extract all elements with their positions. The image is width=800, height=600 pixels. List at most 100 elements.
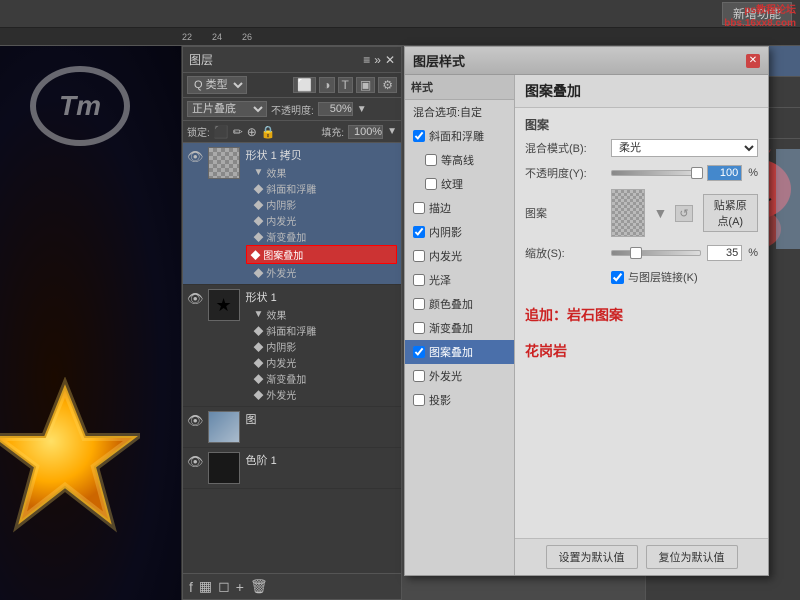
filter-shape-btn[interactable]: ▣ — [356, 77, 375, 93]
link-layer-row: 与图层链接(K) — [525, 269, 758, 285]
effect-inner-shadow[interactable]: ◆ 内阴影 — [246, 197, 397, 212]
effect-outer-glow[interactable]: ◆ 外发光 — [246, 265, 397, 280]
scale-label: 缩放(S): — [525, 245, 605, 261]
effect-inner-glow-s1[interactable]: ◆ 内发光 — [246, 355, 397, 370]
stroke-checkbox[interactable] — [413, 202, 425, 214]
layer-effects-shape-copy: ▼ 效果 ◆ 斜面和浮雕 ◆ 内阴影 ◆ 内发光 ◆ 渐变叠加 ◆ 图案叠加 ◆… — [246, 165, 397, 280]
eye-icon-shape1[interactable]: 👁 — [187, 291, 204, 307]
reset-default-btn[interactable]: 复位为默认值 — [646, 545, 738, 569]
layer-thumb-shape-copy — [208, 147, 240, 179]
opacity-slider-track[interactable] — [611, 170, 701, 176]
layers-expand-icon[interactable]: » — [374, 53, 381, 67]
effect-gradient-s1[interactable]: ◆ 渐变叠加 — [246, 371, 397, 386]
layer-item-shape1[interactable]: 👁 ★ 形状 1 ▼ 效果 ◆ 斜面和浮雕 ◆ 内阴影 ◆ 内发光 ◆ 渐变叠加 — [183, 285, 401, 407]
style-item-contour[interactable]: 等高线 — [405, 148, 514, 172]
layers-menu-icon[interactable]: ≡ — [363, 53, 370, 67]
effect-outer-glow-s1[interactable]: ◆ 外发光 — [246, 387, 397, 402]
opacity-label: 不透明度: — [271, 102, 314, 117]
filter-smart-btn[interactable]: ⚙ — [378, 77, 397, 93]
tm-text: Tm — [59, 90, 101, 122]
lock-position-icon[interactable]: ⊕ — [247, 125, 257, 139]
opacity-arrow[interactable]: ▼ — [357, 104, 367, 115]
filter-adjust-btn[interactable]: ◑ — [319, 77, 334, 93]
filter-type-btn[interactable]: T — [338, 77, 353, 93]
layers-close-icon[interactable]: ✕ — [385, 53, 395, 67]
dialog-close-btn[interactable]: ✕ — [746, 54, 760, 68]
style-item-outer-glow[interactable]: 外发光 — [405, 364, 514, 388]
style-item-bevel[interactable]: 斜面和浮雕 — [405, 124, 514, 148]
annotation-text-1: 追加：岩石图案 — [525, 305, 758, 325]
style-item-inner-shadow[interactable]: 内阴影 — [405, 220, 514, 244]
layer-item-shape-copy[interactable]: 👁 形状 1 拷贝 ▼ 效果 ◆ 斜面和浮雕 ◆ 内阴影 ◆ 内发光 ◆ 渐变叠… — [183, 143, 401, 285]
effect-inner-glow[interactable]: ◆ 内发光 — [246, 213, 397, 228]
layers-header: 图层 ≡ » ✕ — [183, 47, 401, 73]
layer-list: 👁 形状 1 拷贝 ▼ 效果 ◆ 斜面和浮雕 ◆ 内阴影 ◆ 内发光 ◆ 渐变叠… — [183, 143, 401, 573]
gradient-overlay-checkbox[interactable] — [413, 322, 425, 334]
fill-input[interactable] — [348, 125, 383, 139]
style-item-satin[interactable]: 光泽 — [405, 268, 514, 292]
inner-glow-checkbox[interactable] — [413, 250, 425, 262]
layer-info-cloud: 图 — [246, 411, 397, 429]
new-layer-btn[interactable]: + — [236, 579, 244, 595]
blend-mode-select[interactable]: 正片叠底 — [187, 101, 267, 117]
style-content: 图案 混合模式(B): 柔光 不透明度(Y): — [515, 108, 768, 538]
blend-mode-form-label: 混合模式(B): — [525, 140, 605, 156]
blend-mode-form-select[interactable]: 柔光 — [611, 139, 758, 157]
layer-thumb-cloud — [208, 411, 240, 443]
layer-item-levels[interactable]: 👁 色阶 1 — [183, 448, 401, 489]
style-item-color-overlay[interactable]: 颜色叠加 — [405, 292, 514, 316]
layer-type-select[interactable]: Q 类型 — [187, 76, 247, 94]
pattern-reset-icon[interactable]: ↺ — [675, 205, 692, 222]
opacity-value-input[interactable] — [707, 165, 742, 181]
effect-eye-s1[interactable]: ▼ — [254, 309, 264, 320]
effect-gradient[interactable]: ◆ 渐变叠加 — [246, 229, 397, 244]
contour-checkbox[interactable] — [425, 154, 437, 166]
effect-inner-shadow-s1[interactable]: ◆ 内阴影 — [246, 339, 397, 354]
effect-pattern-active[interactable]: ◆ 图案叠加 — [246, 245, 397, 264]
eye-icon-cloud[interactable]: 👁 — [187, 413, 204, 429]
blend-mode-row: 混合模式(B): 柔光 — [525, 139, 758, 157]
effect-eye[interactable]: ▼ — [254, 167, 264, 178]
drop-shadow-checkbox[interactable] — [413, 394, 425, 406]
effect-bevel-s1[interactable]: ◆ 斜面和浮雕 — [246, 323, 397, 338]
add-mask-btn[interactable]: ▦ — [199, 578, 212, 595]
lock-move-icon[interactable]: ✏ — [233, 125, 243, 139]
link-layers-btn[interactable]: f — [189, 579, 193, 595]
inner-shadow-checkbox[interactable] — [413, 226, 425, 238]
style-item-blend[interactable]: 混合选项:自定 — [405, 100, 514, 124]
color-overlay-checkbox[interactable] — [413, 298, 425, 310]
pattern-overlay-checkbox[interactable] — [413, 346, 425, 358]
pattern-select-arrow[interactable]: ▼ — [653, 205, 667, 221]
delete-layer-btn[interactable]: 🗑 — [250, 578, 268, 595]
outer-glow-checkbox[interactable] — [413, 370, 425, 382]
ruler-mark-1: 22 — [182, 32, 192, 42]
eye-icon-levels[interactable]: 👁 — [187, 454, 204, 470]
effect-bevel[interactable]: ◆ 斜面和浮雕 — [246, 181, 397, 196]
style-list-header: 样式 — [405, 75, 514, 100]
fill-arrow[interactable]: ▼ — [387, 126, 397, 137]
style-list: 样式 混合选项:自定 斜面和浮雕 等高线 纹理 — [405, 75, 515, 575]
scale-slider-thumb[interactable] — [630, 247, 642, 259]
style-item-texture[interactable]: 纹理 — [405, 172, 514, 196]
satin-checkbox[interactable] — [413, 274, 425, 286]
snap-origin-btn[interactable]: 贴紧原点(A) — [703, 194, 758, 232]
create-group-btn[interactable]: ◻ — [218, 578, 230, 595]
scale-value-input[interactable] — [707, 245, 742, 261]
style-item-inner-glow[interactable]: 内发光 — [405, 244, 514, 268]
opacity-slider-thumb[interactable] — [691, 167, 703, 179]
texture-checkbox[interactable] — [425, 178, 437, 190]
filter-pixel-btn[interactable]: ⬜ — [293, 77, 316, 93]
opacity-input[interactable] — [318, 102, 353, 116]
link-layer-checkbox[interactable] — [611, 271, 624, 284]
style-item-drop-shadow[interactable]: 投影 — [405, 388, 514, 412]
set-default-btn[interactable]: 设置为默认值 — [546, 545, 638, 569]
style-item-stroke[interactable]: 描边 — [405, 196, 514, 220]
lock-checkerboard-icon[interactable]: ⬛ — [214, 125, 229, 139]
layer-item-cloud[interactable]: 👁 图 — [183, 407, 401, 448]
style-item-pattern-overlay[interactable]: 图案叠加 — [405, 340, 514, 364]
scale-slider-track[interactable] — [611, 250, 701, 256]
style-item-gradient-overlay[interactable]: 渐变叠加 — [405, 316, 514, 340]
bevel-checkbox[interactable] — [413, 130, 425, 142]
lock-all-icon[interactable]: 🔒 — [261, 125, 276, 139]
eye-icon-shape-copy[interactable]: 👁 — [187, 149, 204, 165]
